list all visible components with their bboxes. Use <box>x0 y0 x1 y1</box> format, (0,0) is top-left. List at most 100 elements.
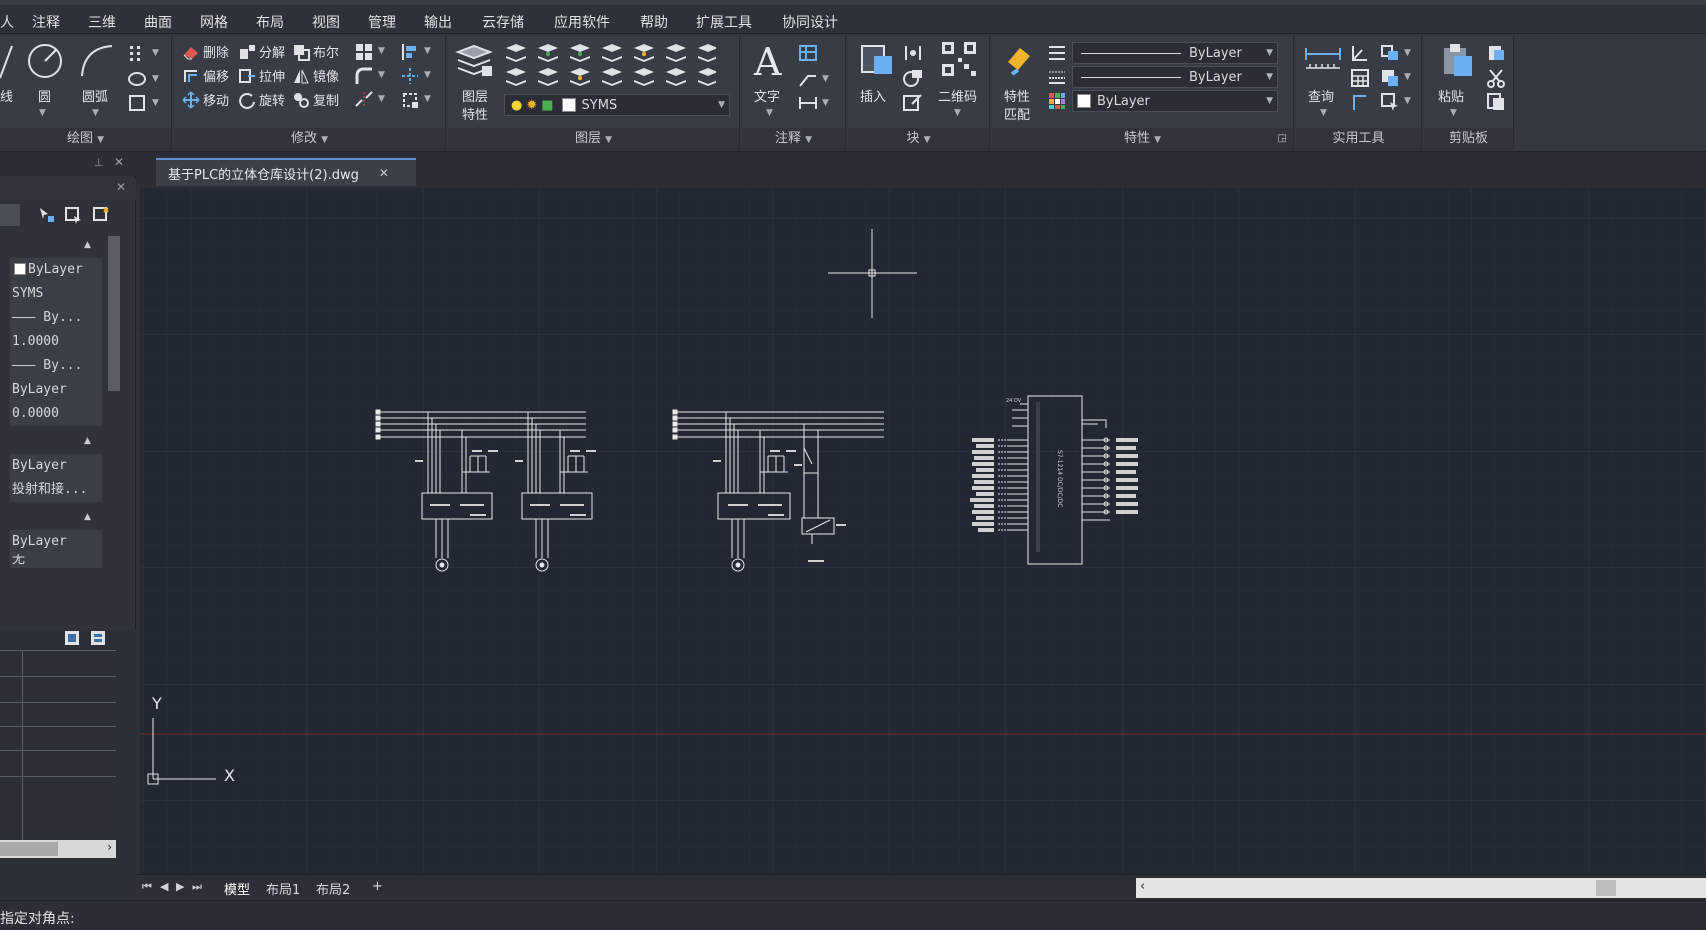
edit-block-icon[interactable] <box>902 92 924 112</box>
paste-dropdown-icon[interactable]: ▼ <box>1450 108 1457 118</box>
rotate-button[interactable]: 旋转 <box>238 90 285 109</box>
menu-item-help[interactable]: 帮助 <box>640 12 668 32</box>
arc-label[interactable]: 圆弧 <box>82 86 108 105</box>
array-icon[interactable] <box>128 44 146 62</box>
canvas-horizontal-scrollbar[interactable]: ‹ <box>1136 878 1706 898</box>
tab-layout2[interactable]: 布局2 <box>316 879 350 898</box>
panel-utilities-title[interactable]: 实用工具 <box>1296 128 1421 150</box>
next-layout-icon[interactable]: ▶ <box>176 880 184 893</box>
select-cursor-icon[interactable] <box>1380 92 1400 112</box>
palette-linetype-row[interactable]: ——— By... <box>10 306 102 330</box>
align-icon[interactable] <box>400 42 420 62</box>
move-button[interactable]: 移动 <box>182 90 229 109</box>
circle-dropdown-icon[interactable]: ▼ <box>39 108 46 118</box>
palette-close2-icon[interactable]: ✕ <box>116 180 126 194</box>
hscroll-thumb[interactable] <box>1596 880 1616 896</box>
align-dropdown-icon[interactable]: ▼ <box>424 46 431 56</box>
calculator-icon[interactable] <box>1350 68 1370 88</box>
paste-icon[interactable] <box>1440 42 1474 78</box>
extend-icon[interactable] <box>400 90 420 110</box>
paste-label[interactable]: 粘贴 <box>1438 86 1464 105</box>
layer-dropdown[interactable]: ● ✹ ■ SYMS ▼ <box>504 94 730 116</box>
circle-label[interactable]: 圆 <box>38 86 51 105</box>
palette-layer-row[interactable]: SYMS <box>10 282 102 306</box>
fillet-dropdown-icon[interactable]: ▼ <box>378 70 385 80</box>
region-icon[interactable] <box>128 94 146 112</box>
prev-layout-icon[interactable]: ◀ <box>160 880 168 893</box>
menu-item-partial[interactable]: 人 <box>0 12 14 32</box>
scroll-left-icon[interactable]: ‹ <box>1140 879 1145 894</box>
offset-button[interactable]: 偏移 <box>182 66 229 85</box>
scroll-right-icon[interactable]: › <box>107 840 112 854</box>
list-view-icon[interactable] <box>90 630 106 646</box>
quick-select-palette-icon[interactable] <box>92 206 110 224</box>
menu-item-output[interactable]: 输出 <box>424 12 452 32</box>
menu-item-3d[interactable]: 三维 <box>88 12 116 32</box>
fillet-icon[interactable] <box>354 66 374 86</box>
add-layout-button[interactable]: + <box>372 879 383 894</box>
close-tab-icon[interactable]: ✕ <box>379 166 389 180</box>
break-icon[interactable] <box>354 90 374 110</box>
menu-item-view[interactable]: 视图 <box>312 12 340 32</box>
arc-dropdown-icon[interactable]: ▼ <box>92 108 99 118</box>
palette-scrollbar[interactable] <box>108 236 120 391</box>
ellipse-dropdown-icon[interactable]: ▼ <box>152 74 159 84</box>
copy-button[interactable]: 复制 <box>292 90 339 109</box>
first-layout-icon[interactable]: ⏮ <box>142 880 152 894</box>
circle-icon[interactable] <box>26 42 64 80</box>
text-icon[interactable]: A <box>754 40 781 84</box>
palette-material-row[interactable]: ByLayer <box>10 454 102 478</box>
leader-icon[interactable] <box>798 70 818 88</box>
command-line[interactable]: 指定对角点: <box>0 900 1706 930</box>
explode-button[interactable]: 分解 <box>238 42 285 61</box>
insert-label[interactable]: 插入 <box>860 86 886 105</box>
copy-base-icon[interactable] <box>1486 92 1506 112</box>
quick-select-icon[interactable] <box>1380 68 1400 88</box>
palette-lineweight-row[interactable]: ——— By... <box>10 354 102 378</box>
tab-layout1[interactable]: 布局1 <box>266 879 300 898</box>
palette-color-row[interactable]: ByLayer <box>10 258 102 282</box>
palette-shadow-row[interactable]: 投射和接... <box>10 478 102 502</box>
trim-icon[interactable] <box>400 66 420 86</box>
arc-icon[interactable] <box>78 42 116 80</box>
tab-model[interactable]: 模型 <box>224 879 250 898</box>
palette-plotstyle-row[interactable]: ByLayer <box>10 530 102 554</box>
menu-item-mesh[interactable]: 网格 <box>200 12 228 32</box>
section-collapse-icon[interactable]: ▲ <box>84 240 91 250</box>
grid-view-icon[interactable] <box>64 630 80 646</box>
copy-clip-icon[interactable] <box>1486 44 1506 62</box>
palette-pin-icon[interactable]: ⊥ <box>94 156 104 169</box>
grid-array-icon[interactable] <box>354 42 374 62</box>
match-properties-label-1[interactable]: 特性 <box>1004 86 1030 105</box>
query-dropdown-icon[interactable]: ▼ <box>1320 108 1327 118</box>
menu-item-layout[interactable]: 布局 <box>256 12 284 32</box>
select-objects-icon[interactable] <box>64 206 82 224</box>
line-label[interactable]: 线 <box>0 86 13 105</box>
dimension-dropdown-icon[interactable]: ▼ <box>822 98 829 108</box>
menu-item-surface[interactable]: 曲面 <box>144 12 172 32</box>
section3-collapse-icon[interactable]: ▲ <box>84 512 91 522</box>
array-dropdown-icon[interactable]: ▼ <box>152 48 159 58</box>
menu-item-annotate[interactable]: 注释 <box>32 12 60 32</box>
palette-transparency-row[interactable]: ByLayer <box>10 378 102 402</box>
block-attribute-icon[interactable] <box>902 44 924 62</box>
layer-properties-label-1[interactable]: 图层 <box>462 86 488 105</box>
panel-block-title[interactable]: 块 ▼ <box>848 128 989 150</box>
mirror-button[interactable]: 镜像 <box>292 66 339 85</box>
menu-item-apps[interactable]: 应用软件 <box>554 12 610 32</box>
cut-icon[interactable] <box>1486 68 1506 88</box>
layer-properties-icon[interactable] <box>454 40 494 80</box>
query-label[interactable]: 查询 <box>1308 86 1334 105</box>
line-icon[interactable] <box>0 44 14 80</box>
text-label[interactable]: 文字 <box>754 86 780 105</box>
document-tab[interactable]: 基于PLC的立体仓库设计(2).dwg ✕ <box>156 158 416 186</box>
left-grid-scrollbar[interactable]: › <box>0 840 116 858</box>
panel-draw-title[interactable]: 绘图 ▼ <box>0 128 171 150</box>
palette-close-icon[interactable]: ✕ <box>114 155 124 169</box>
quick-select-dropdown-icon[interactable]: ▼ <box>1404 72 1411 82</box>
last-layout-icon[interactable]: ⏭ <box>192 880 202 894</box>
create-block-icon[interactable] <box>902 68 924 88</box>
leader-dropdown-icon[interactable]: ▼ <box>822 74 829 84</box>
select-similar-icon[interactable] <box>1380 44 1400 62</box>
qrcode-label[interactable]: 二维码 <box>938 86 977 105</box>
